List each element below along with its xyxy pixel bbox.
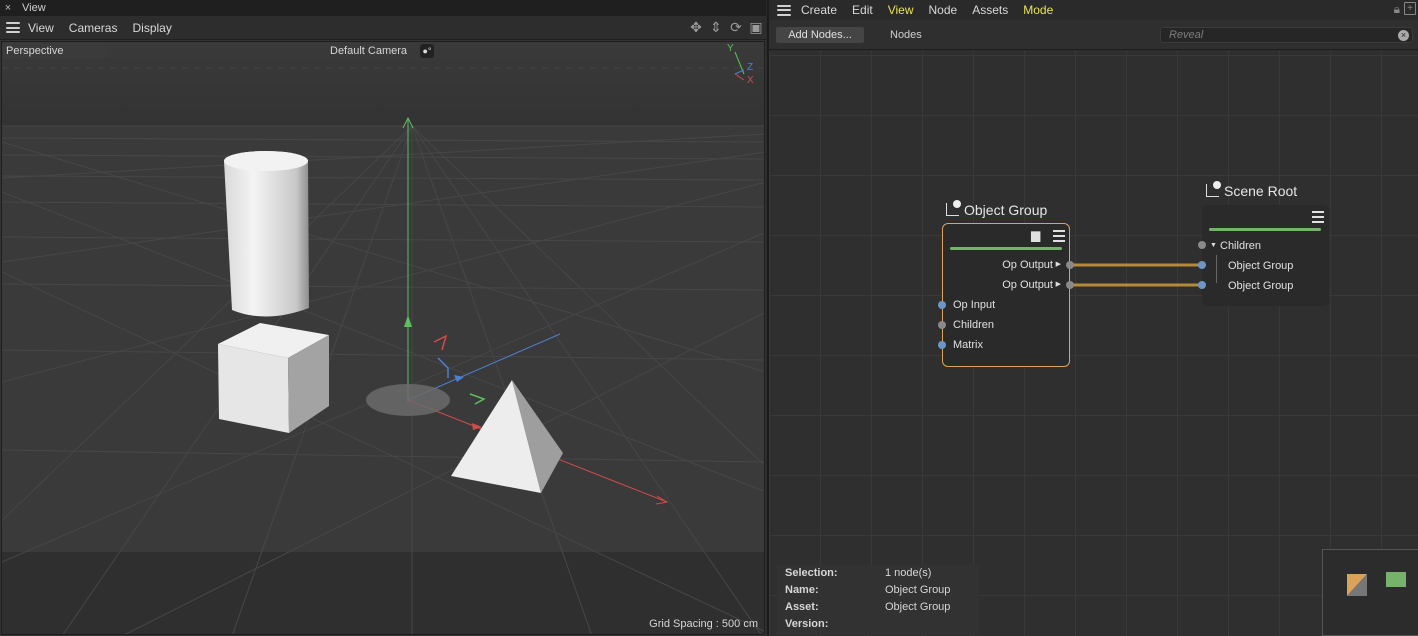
input-port-object-group[interactable] [1198, 261, 1206, 269]
object-group-node[interactable]: ▆ Op Output ▶ Op Output ▶ Op Input Child… [942, 223, 1070, 367]
menu-display[interactable]: Display [132, 21, 171, 35]
port-label-object-group: Object Group [1228, 260, 1294, 272]
menu-cameras[interactable]: Cameras [69, 21, 118, 35]
port-label-op-output: Op Output [1002, 259, 1053, 271]
close-icon[interactable]: × [0, 2, 16, 14]
node-title-label: Object Group [964, 202, 1048, 218]
menu-assets[interactable]: Assets [972, 3, 1008, 17]
grid-spacing-readout: Grid Spacing : 500 cm [649, 618, 758, 630]
camera-toggle-icon[interactable]: ●° [420, 44, 434, 58]
selection-info-panel: Selection: 1 node(s) Name: Object Group … [777, 565, 979, 635]
panel-title: View [22, 2, 46, 14]
menu-node[interactable]: Node [929, 3, 958, 17]
hamburger-menu-icon[interactable] [6, 22, 20, 33]
info-selection-value: 1 node(s) [885, 567, 932, 579]
collapse-arrow-icon[interactable]: ▼ [1210, 242, 1217, 249]
axis-x-label: X [747, 75, 754, 86]
axis-z-label: Z [747, 62, 754, 73]
viewport-menu-bar: View Cameras Display ✥ ⇕ ⟳ ▣ [0, 16, 766, 40]
reveal-search-input[interactable]: Reveal × [1160, 27, 1413, 43]
port-label-object-group: Object Group [1228, 280, 1294, 292]
new-panel-icon[interactable]: + [1404, 2, 1416, 15]
viewport-panel: × View View Cameras Display ✥ ⇕ ⟳ ▣ Pers… [0, 0, 766, 636]
port-label-children: Children [1220, 240, 1261, 252]
toggle-layout-icon[interactable]: ▣ [748, 19, 764, 35]
object-node-icon [946, 200, 961, 216]
view-title-bar: × View [0, 0, 766, 16]
menu-edit[interactable]: Edit [852, 3, 873, 17]
input-port-object-group[interactable] [1198, 281, 1206, 289]
info-asset-key: Asset: [785, 601, 819, 613]
node-editor-menu-bar: Create Edit View Node Assets Mode 🔒︎ + [769, 0, 1418, 20]
graph-minimap[interactable] [1322, 549, 1418, 636]
node-title-label: Scene Root [1224, 183, 1298, 199]
expand-arrow-icon[interactable]: ▶ [1056, 280, 1061, 288]
port-label-op-output: Op Output [1002, 279, 1053, 291]
input-port-children[interactable] [1198, 241, 1206, 249]
node-editor-panel: Create Edit View Node Assets Mode 🔒︎ + A… [767, 0, 1418, 636]
node-editor-toolbar: Add Nodes... Nodes Reveal × [769, 20, 1418, 50]
lock-icon[interactable]: 🔒︎ [1394, 2, 1400, 17]
rotate-view-icon[interactable]: ⟳ [728, 19, 744, 35]
output-port[interactable] [1066, 261, 1074, 269]
tab-nodes[interactable]: Nodes [890, 29, 922, 41]
node-status-bar [950, 247, 1062, 250]
object-node-icon [1206, 181, 1221, 197]
axis-y-label: Y [727, 43, 734, 54]
info-name-key: Name: [785, 584, 819, 596]
scene-render [2, 42, 764, 634]
info-selection-key: Selection: [785, 567, 838, 579]
port-label-op-input: Op Input [953, 299, 996, 311]
input-port-children[interactable] [938, 321, 946, 329]
info-version-key: Version: [785, 618, 829, 630]
input-port-matrix[interactable] [938, 341, 946, 349]
search-placeholder: Reveal [1169, 29, 1204, 41]
move-view-icon[interactable]: ✥ [688, 19, 704, 35]
vertical-move-icon[interactable]: ⇕ [708, 19, 724, 35]
3d-viewport[interactable]: Perspective Default Camera ●° Y Z X Grid… [1, 41, 765, 635]
info-asset-value: Object Group [885, 601, 951, 613]
node-status-bar [1209, 228, 1321, 231]
menu-mode[interactable]: Mode [1023, 3, 1053, 17]
scene-root-node[interactable]: ▼ Children Object Group Object Group [1202, 205, 1329, 306]
node-title-scene-root[interactable]: Scene Root [1206, 181, 1298, 199]
port-label-matrix: Matrix [953, 339, 983, 351]
node-menu-icon[interactable] [1053, 230, 1065, 242]
clear-search-icon[interactable]: × [1398, 30, 1409, 41]
node-graph-canvas[interactable]: Object Group ▆ Op Output ▶ Op Output ▶ O… [769, 51, 1418, 636]
port-label-children: Children [953, 319, 994, 331]
node-menu-icon[interactable] [1312, 211, 1324, 223]
expand-arrow-icon[interactable]: ▶ [1056, 260, 1061, 268]
output-port[interactable] [1066, 281, 1074, 289]
hamburger-menu-icon[interactable] [777, 4, 791, 16]
wires-layer [1070, 263, 1201, 287]
viewport-projection-label[interactable]: Perspective [6, 45, 63, 57]
info-name-value: Object Group [885, 584, 951, 596]
input-port-op-input[interactable] [938, 301, 946, 309]
menu-create[interactable]: Create [801, 3, 837, 17]
node-title-object-group[interactable]: Object Group [946, 200, 1048, 218]
menu-view[interactable]: View [888, 3, 914, 17]
add-nodes-button[interactable]: Add Nodes... [776, 27, 864, 43]
tree-guide [1216, 255, 1222, 283]
folder-icon[interactable]: ▆ [1031, 229, 1040, 241]
camera-label[interactable]: Default Camera [330, 45, 407, 57]
minimap-render [1347, 572, 1406, 596]
menu-view[interactable]: View [28, 21, 54, 35]
